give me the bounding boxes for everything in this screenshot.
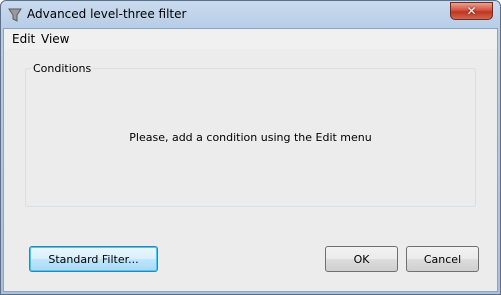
- dialog-body: Edit View Conditions Please, add a condi…: [3, 28, 498, 292]
- conditions-group-label: Conditions: [31, 62, 94, 75]
- menu-view[interactable]: View: [39, 32, 71, 46]
- filter-icon: [8, 8, 22, 22]
- standard-filter-button[interactable]: Standard Filter...: [29, 246, 158, 272]
- close-icon: ✕: [466, 4, 477, 18]
- menu-edit[interactable]: Edit: [10, 32, 37, 46]
- title-bar[interactable]: Advanced level-three filter ✕: [1, 1, 500, 28]
- dialog-window: Advanced level-three filter ✕ Edit View …: [0, 0, 501, 295]
- empty-conditions-hint: Please, add a condition using the Edit m…: [129, 131, 372, 144]
- cancel-button[interactable]: Cancel: [406, 246, 479, 272]
- window-title: Advanced level-three filter: [27, 7, 187, 21]
- ok-button[interactable]: OK: [325, 246, 398, 272]
- menu-bar: Edit View: [4, 29, 497, 49]
- close-button[interactable]: ✕: [450, 2, 493, 20]
